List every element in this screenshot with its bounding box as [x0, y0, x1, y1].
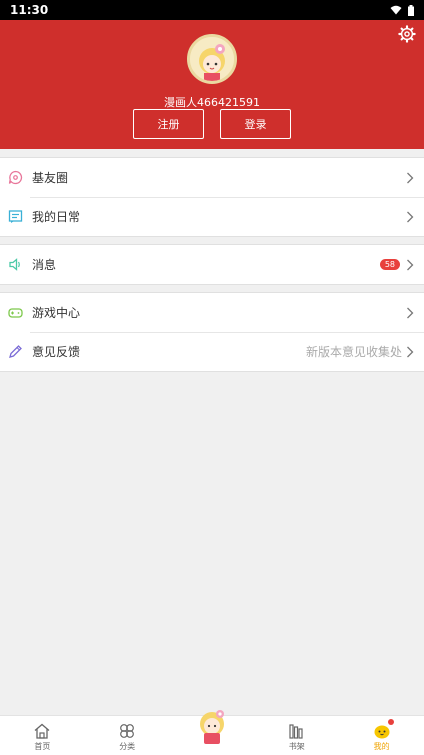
notebook-icon [8, 209, 23, 224]
tab-home[interactable]: 首页 [0, 716, 85, 755]
bottom-tab-bar: 首页 分类 书架 我的 [0, 710, 424, 755]
tab-label: 首页 [34, 742, 51, 751]
pencil-icon [8, 344, 23, 359]
menu-group-more: 游戏中心 意见反馈 新版本意见收集处 [0, 292, 424, 372]
menu-item-label: 消息 [32, 258, 57, 272]
menu-item-game-center[interactable]: 游戏中心 [0, 293, 424, 332]
chevron-right-icon [407, 307, 414, 318]
battery-icon [408, 4, 414, 16]
menu-group-social: 基友圈 我的日常 [0, 157, 424, 237]
wifi-icon [390, 5, 402, 15]
tab-bookshelf[interactable]: 书架 [254, 716, 339, 755]
status-icons [390, 4, 414, 16]
chevron-right-icon [407, 346, 414, 357]
feedback-hint: 新版本意见收集处 [305, 345, 402, 359]
notification-dot [387, 719, 394, 725]
username: 漫画人466421591 [164, 96, 260, 109]
menu-item-label: 我的日常 [32, 210, 81, 224]
chevron-right-icon [407, 211, 414, 222]
menu-item-messages[interactable]: 消息 58 [0, 245, 424, 284]
chat-bubble-icon [8, 170, 23, 185]
tab-label: 书架 [288, 742, 305, 751]
tab-label: 分类 [119, 742, 136, 751]
menu-item-label: 基友圈 [32, 171, 69, 185]
speaker-icon [8, 257, 23, 272]
chevron-right-icon [407, 259, 414, 270]
menu-item-label: 游戏中心 [32, 306, 81, 320]
login-button[interactable]: 登录 [220, 109, 291, 139]
status-time: 11:30 [10, 3, 49, 17]
mine-face-icon [374, 725, 390, 739]
settings-gear-icon[interactable] [398, 25, 416, 43]
tab-label: 我的 [373, 742, 390, 751]
profile-header: 漫画人466421591 注册 登录 [0, 20, 424, 149]
tab-center-mascot[interactable] [170, 710, 255, 755]
chevron-right-icon [407, 172, 414, 183]
mascot-avatar-image [190, 37, 234, 81]
menu-item-my-daily[interactable]: 我的日常 [0, 197, 424, 236]
status-bar: 11:30 [0, 0, 424, 20]
menu-item-label: 意见反馈 [32, 345, 81, 359]
unread-count-badge: 58 [379, 259, 400, 270]
tab-category[interactable]: 分类 [85, 716, 170, 755]
home-icon [34, 723, 50, 739]
mascot-icon [199, 710, 224, 744]
gamepad-icon [8, 305, 23, 320]
avatar[interactable] [187, 34, 237, 84]
tab-mine[interactable]: 我的 [339, 716, 424, 755]
register-button[interactable]: 注册 [133, 109, 204, 139]
clover-icon [120, 724, 135, 738]
menu-item-feedback[interactable]: 意见反馈 新版本意见收集处 [0, 332, 424, 371]
bookshelf-icon [289, 724, 303, 739]
menu-group-messages: 消息 58 [0, 244, 424, 285]
menu-item-friends-circle[interactable]: 基友圈 [0, 158, 424, 197]
